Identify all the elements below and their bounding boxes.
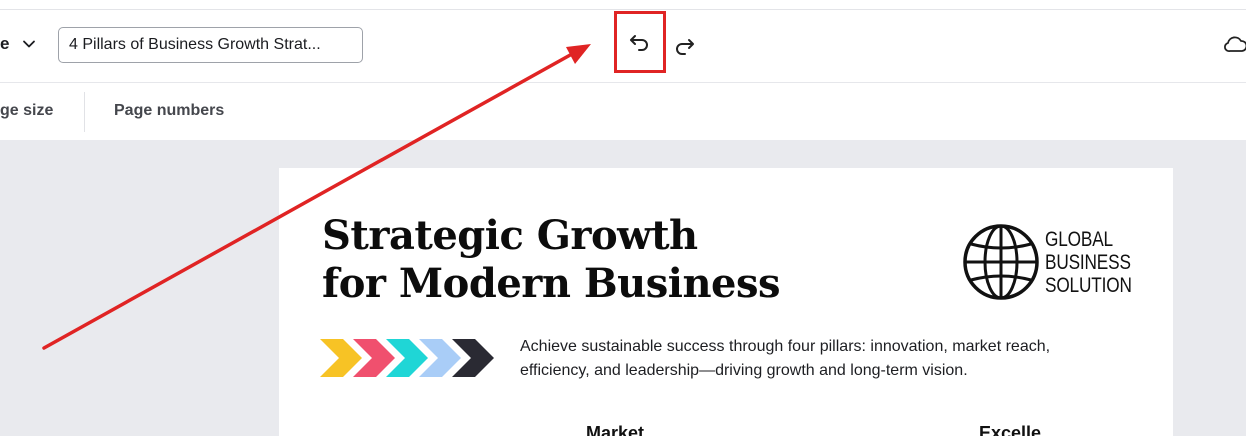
- top-strip: [0, 0, 1246, 10]
- cloud-save-icon[interactable]: [1222, 32, 1246, 58]
- chevron-arrows-graphic: [320, 339, 494, 377]
- undo-icon: [630, 35, 648, 51]
- document-headline[interactable]: Strategic Growth for Modern Business: [322, 212, 781, 308]
- document-title-field[interactable]: 4 Pillars of Business Growth Strat...: [58, 27, 363, 63]
- page-numbers-button[interactable]: Page numbers: [114, 102, 224, 120]
- section-label-excellence: Excelle: [979, 423, 1042, 436]
- logo-line-2: BUSINESS: [1045, 251, 1131, 274]
- logo-line-3: SOLUTION: [1045, 274, 1132, 297]
- document-title-text: 4 Pillars of Business Growth Strat...: [69, 36, 321, 53]
- globe-icon: [963, 224, 1039, 300]
- document-description[interactable]: Achieve sustainable success through four…: [520, 335, 1120, 383]
- section-label-market: Market: [586, 423, 645, 436]
- headline-line-1: Strategic Growth: [322, 212, 698, 259]
- document-page[interactable]: Strategic Growth for Modern Business GLO…: [279, 168, 1173, 436]
- logo-line-1: GLOBAL: [1045, 228, 1113, 251]
- redo-icon: [676, 39, 694, 55]
- page-size-button[interactable]: ge size: [0, 102, 53, 120]
- redo-button[interactable]: [670, 32, 698, 60]
- page-options-bar: ge size Page numbers: [0, 83, 1246, 140]
- undo-button[interactable]: [614, 11, 666, 73]
- company-logo-text: GLOBAL BUSINESS SOLUTION: [1045, 228, 1132, 297]
- editor-toolbar: e 4 Pillars of Business Growth Strat...: [0, 10, 1246, 83]
- headline-line-2: for Modern Business: [322, 260, 781, 307]
- chevron-yellow: [320, 339, 362, 377]
- subbar-divider: [84, 92, 85, 132]
- chevron-down-icon[interactable]: [22, 37, 36, 51]
- file-menu-label[interactable]: e: [0, 34, 9, 54]
